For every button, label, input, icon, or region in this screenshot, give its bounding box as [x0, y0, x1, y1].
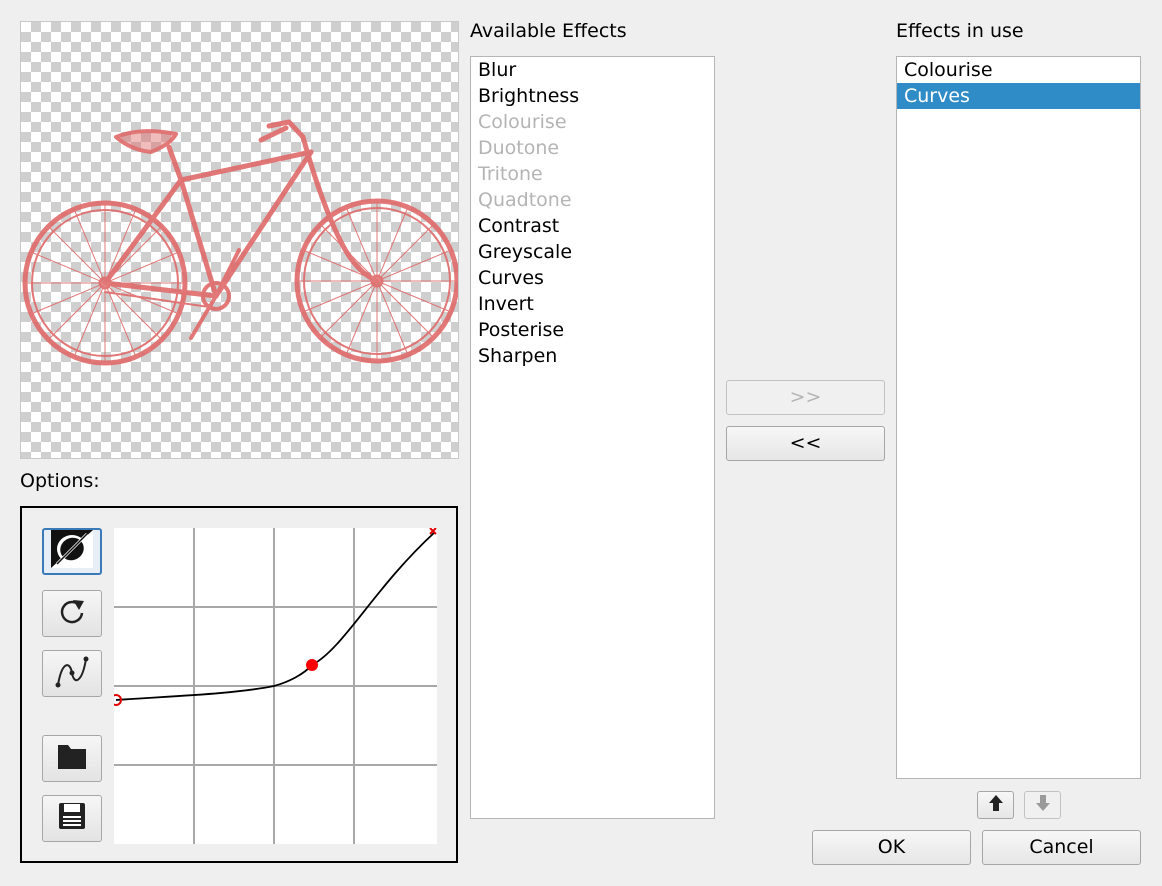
ok-button[interactable]: OK: [812, 830, 971, 865]
smooth-curve-icon: [54, 653, 90, 694]
smooth-curve-button[interactable]: [42, 650, 102, 697]
in-use-effect-item[interactable]: Curves: [897, 83, 1140, 109]
reset-curve-button[interactable]: [42, 590, 102, 637]
available-effect-item[interactable]: Contrast: [471, 213, 714, 239]
available-effect-item[interactable]: Tritone: [471, 161, 714, 187]
remove-effect-button[interactable]: <<: [726, 426, 885, 461]
effects-in-use-list[interactable]: Colourise Curves: [896, 56, 1141, 779]
available-effects-label: Available Effects: [470, 20, 627, 42]
available-effect-item[interactable]: Blur: [471, 57, 714, 83]
curve-editor[interactable]: [114, 528, 437, 844]
save-curve-button[interactable]: [42, 795, 102, 842]
available-effect-item[interactable]: Brightness: [471, 83, 714, 109]
available-effect-item[interactable]: Greyscale: [471, 239, 714, 265]
open-curve-button[interactable]: [42, 735, 102, 782]
available-effect-item[interactable]: Colourise: [471, 109, 714, 135]
available-effect-item[interactable]: Quadtone: [471, 187, 714, 213]
available-effect-item[interactable]: Invert: [471, 291, 714, 317]
arrow-up-icon: [988, 794, 1004, 817]
options-panel: [20, 506, 458, 863]
add-effect-button[interactable]: >>: [726, 380, 885, 415]
options-label: Options:: [20, 470, 100, 492]
cancel-button[interactable]: Cancel: [982, 830, 1141, 865]
available-effect-item[interactable]: Duotone: [471, 135, 714, 161]
effect-preview: [20, 21, 459, 459]
move-down-button[interactable]: [1024, 791, 1061, 819]
save-icon: [57, 801, 87, 836]
effects-in-use-label: Effects in use: [896, 20, 1024, 42]
reset-icon: [57, 596, 87, 631]
in-use-effect-item[interactable]: Colourise: [897, 57, 1140, 83]
available-effect-item[interactable]: Curves: [471, 265, 714, 291]
invert-curve-icon: [49, 528, 95, 575]
available-effects-list[interactable]: Blur Brightness Colourise Duotone Tritone Qua…: [470, 56, 715, 819]
available-effect-item[interactable]: Sharpen: [471, 343, 714, 369]
available-effect-item[interactable]: Posterise: [471, 317, 714, 343]
invert-curve-button[interactable]: [42, 528, 102, 575]
bicycle-preview-image: [22, 119, 458, 366]
arrow-down-icon: [1035, 794, 1051, 817]
curve-control-point[interactable]: [306, 659, 318, 671]
move-up-button[interactable]: [977, 791, 1014, 819]
open-folder-icon: [56, 741, 88, 776]
